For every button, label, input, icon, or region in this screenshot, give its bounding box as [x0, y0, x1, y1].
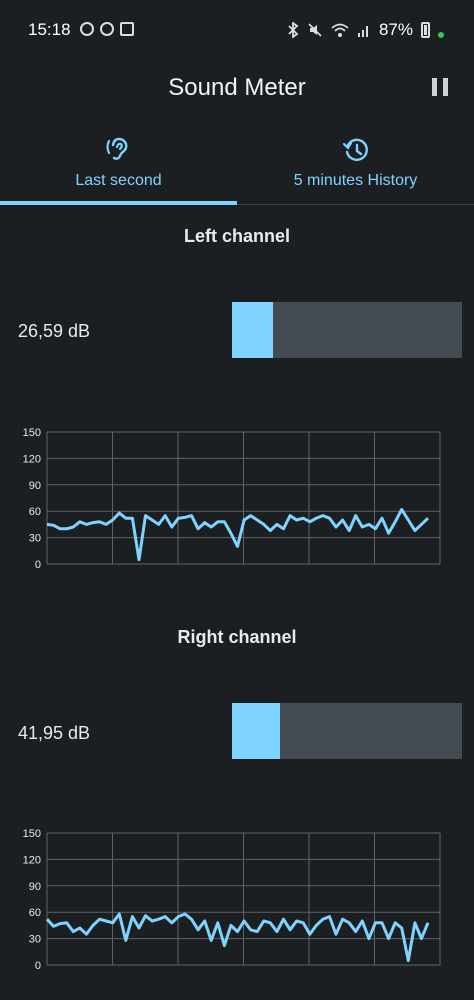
- left-chart-ytick-label: 150: [23, 427, 41, 439]
- history-icon: [342, 138, 368, 161]
- right-chart-ytick-label: 30: [29, 934, 41, 946]
- ear-icon: [105, 137, 127, 160]
- left-chart-series-line: [46, 507, 430, 562]
- bluetooth-icon: [288, 22, 299, 38]
- battery-icon: [421, 22, 430, 38]
- left-chart-ytick-label: 90: [29, 480, 41, 492]
- right-level-meter-fill: [232, 703, 281, 759]
- right-channel-title: Right channel: [177, 627, 297, 647]
- signal-icon: [357, 26, 368, 37]
- tab-selected-indicator: [0, 201, 237, 205]
- tab-history[interactable]: 5 minutes History: [237, 130, 474, 206]
- right-channel-chart: 0 30 60 90 120 150: [0, 826, 474, 976]
- system-icons: 87%: [287, 20, 444, 40]
- left-level-meter-fill: [232, 302, 274, 358]
- right-chart-ytick-label: 150: [23, 828, 41, 840]
- app-notification-icon: [120, 22, 134, 36]
- left-channel-chart: 0 30 60 90 120 150: [0, 425, 474, 575]
- right-level-meter: [232, 703, 462, 759]
- left-channel-chart-svg: 0 30 60 90 120 150: [23, 427, 441, 571]
- status-time: 15:18: [28, 20, 71, 39]
- right-chart-series-line: [45, 912, 430, 963]
- hearing-icon: [100, 22, 114, 36]
- tab-divider: [237, 204, 474, 205]
- left-chart-ytick-label: 0: [35, 559, 41, 571]
- privacy-indicator-dot: [438, 32, 444, 38]
- left-level-meter: [232, 302, 462, 358]
- dnd-icon: [80, 22, 94, 36]
- pause-button[interactable]: [432, 78, 448, 96]
- notification-icons: [80, 22, 134, 36]
- left-chart-ytick-label: 30: [29, 533, 41, 545]
- tab-label-last-second: Last second: [75, 172, 162, 189]
- tab-label-history: 5 minutes History: [293, 172, 418, 189]
- left-channel-title: Left channel: [183, 226, 290, 246]
- app-title: Sound Meter: [168, 74, 306, 101]
- app-bar: Sound Meter: [0, 58, 474, 118]
- right-chart-ytick-label: 0: [35, 960, 41, 972]
- tab-bar: Last second 5 minutes History: [0, 130, 474, 206]
- pause-icon: [432, 78, 437, 96]
- right-chart-ytick-label: 60: [29, 907, 41, 919]
- wifi-icon: [331, 23, 349, 37]
- battery-percent: 87%: [378, 20, 413, 39]
- right-chart-ytick-label: 90: [29, 881, 41, 893]
- left-db-value: 26,59 dB: [18, 321, 91, 341]
- right-channel-chart-svg: 0 30 60 90 120 150: [23, 828, 441, 972]
- right-db-value: 41,95 dB: [18, 723, 91, 743]
- right-chart-ytick-label: 120: [23, 854, 41, 866]
- left-chart-ytick-label: 120: [23, 453, 41, 465]
- tab-last-second[interactable]: Last second: [0, 130, 237, 206]
- status-bar: 15:18 87%: [0, 0, 474, 58]
- left-chart-ytick-label: 60: [29, 506, 41, 518]
- mute-icon: [308, 23, 322, 37]
